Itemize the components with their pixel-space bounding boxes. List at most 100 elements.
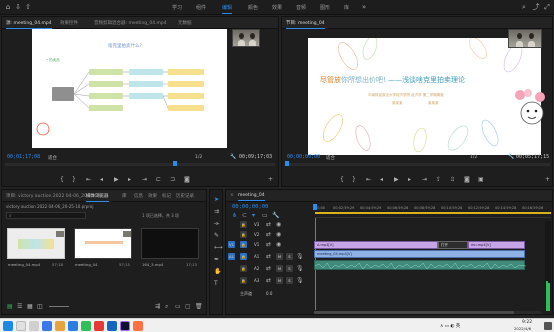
source-resolution-dropdown[interactable]: 1/2 [195,155,202,160]
solo-button[interactable]: S [286,253,293,260]
project-item-name[interactable]: meeting_04 [75,262,97,267]
icon-view-icon[interactable]: ▦ [27,303,33,310]
more-icon[interactable]: » [360,3,368,11]
go-to-in-icon[interactable]: ⇤ [86,176,91,183]
sync-lock-icon[interactable]: ⇄ [266,221,271,228]
tray-icons[interactable]: ∧ ▭ ◐ 英 [440,323,460,329]
project-item-thumbnail[interactable] [74,228,132,259]
type-tool-icon[interactable]: T [214,280,218,287]
tab-effects[interactable]: 效果 [148,193,157,199]
workspace-tab-graphics[interactable]: 图形 [320,4,330,11]
clock-time[interactable]: 9:22 [522,320,532,325]
scrollbar-thumb[interactable] [314,311,514,314]
mark-in-icon[interactable]: { [340,176,344,183]
edge-browser-icon[interactable] [42,321,52,331]
lock-icon[interactable]: 🔒 [240,265,247,272]
video-clip[interactable]: A.mp4[V] [314,241,438,249]
video-clip[interactable]: mn.mp4[V] [468,241,525,249]
tab-markers[interactable]: 标记 [162,193,171,199]
microphone-icon[interactable]: 🎙 [296,277,304,284]
eye-icon[interactable]: ◉ [276,231,281,238]
step-forward-icon[interactable]: ▸ [408,176,411,183]
compare-icon[interactable]: ▣ [478,176,484,183]
video-clip[interactable]: 打开 [438,241,468,249]
tab-program[interactable]: 节目: meeting_04 [286,20,325,29]
add-button-icon[interactable]: + [268,176,273,183]
workspace-tab-learn[interactable]: 学习 [172,4,182,11]
wrench-icon[interactable]: 🔧 [230,154,236,160]
tab-sequence[interactable]: meeting_04 [238,193,265,201]
sync-lock-icon[interactable]: ⇄ [266,241,271,248]
track-select-icon[interactable]: ⇉ [214,208,219,215]
time-ruler[interactable]: 00;00 00;02;59;29 00;04;59;29 00;06;59;2… [313,204,551,218]
close-icon[interactable]: × [230,193,234,198]
play-icon[interactable]: ▶ [114,176,119,183]
trash-icon[interactable]: 🗑 [195,303,203,310]
source-patch-v1[interactable]: V1 [228,241,235,248]
step-back-icon[interactable]: ◂ [380,176,383,183]
word-icon[interactable] [107,321,117,331]
app-icon[interactable] [94,321,104,331]
go-to-in-icon[interactable]: ⇤ [366,176,371,183]
tab-history[interactable]: 历史记录 [176,193,194,199]
home-icon[interactable]: ⌂ [4,3,12,11]
work-area-bar[interactable] [315,212,551,214]
search-icon[interactable]: ⌕ [520,3,528,11]
wechat-icon[interactable] [81,321,91,331]
tab-libraries[interactable]: 库 [122,193,127,199]
tab-source[interactable]: 源: meeting_04.mp4 [6,20,52,29]
lock-icon[interactable]: 🔒 [240,221,247,228]
add-button-icon[interactable]: + [545,176,550,183]
program-fit-dropdown[interactable]: 适合 [326,155,335,161]
source-timecode[interactable]: 00;01;17;08 [7,154,40,160]
source-patch-a1[interactable]: A1 [228,253,235,260]
tab-media-browser[interactable]: 媒体浏览器 [86,193,109,202]
overwrite-icon[interactable]: ⊐ [170,176,175,183]
import-icon[interactable]: ⇩ [14,3,22,11]
quick-export-icon[interactable]: ⤴ [532,3,540,11]
timeline-playhead[interactable] [313,204,317,210]
ripple-edit-icon[interactable]: ⟛ [214,220,219,227]
add-marker-icon[interactable]: ▾ [252,212,255,219]
go-to-out-icon[interactable]: ⇥ [142,176,147,183]
microphone-icon[interactable]: 🎙 [296,265,304,272]
captions-icon[interactable]: ▭ [262,212,268,219]
lock-icon[interactable]: 🔒 [240,277,247,284]
lift-icon[interactable]: ⇪ [436,176,441,183]
sync-lock-icon[interactable]: ⇄ [266,277,271,284]
workspace-tab-libraries[interactable]: 库 [344,4,349,11]
workspace-tab-effects[interactable]: 效果 [272,4,282,11]
project-item-thumbnail[interactable] [7,228,65,259]
notification-icon[interactable] [544,322,552,330]
razor-tool-icon[interactable]: ✎ [214,232,219,239]
program-video-frame[interactable]: 尽管放你所想出价吧! ——浅谈啥克里拍卖理论 中南财经政法大学经济学院 经济学 … [308,38,541,155]
extract-icon[interactable]: ⇫ [450,176,455,183]
selection-tool-icon[interactable]: ➤ [214,196,219,203]
tab-effect-controls[interactable]: 效果控件 [60,20,78,26]
find-icon[interactable]: ⌕ [165,303,168,310]
audio-clip[interactable] [314,260,526,270]
zoom-slider[interactable] [49,306,69,307]
workspace-tab-assembly[interactable]: 组件 [196,4,206,11]
sync-lock-icon[interactable]: ⇄ [266,253,271,260]
settings-icon[interactable]: 🔧 [272,212,279,219]
fullscreen-icon[interactable]: ⤢ [543,3,551,11]
camera-icon[interactable]: ◙ [184,176,190,183]
go-to-out-icon[interactable]: ⇥ [422,176,427,183]
slip-tool-icon[interactable]: ⟷ [214,244,223,251]
clock-date[interactable]: 2022/4/6 [514,326,531,331]
insert-icon[interactable]: ⊏ [156,176,161,183]
export-icon[interactable]: ⇧ [24,3,32,11]
lock-icon[interactable]: 🔒 [240,253,247,260]
app-icon[interactable] [133,321,143,331]
program-resolution-dropdown[interactable]: 1/2 [470,155,477,160]
lock-icon[interactable]: 🔒 [240,231,247,238]
source-playhead[interactable] [173,161,177,166]
mark-in-icon[interactable]: { [60,176,64,183]
snap-icon[interactable]: ⋔ [232,212,237,219]
mute-button[interactable]: M [276,277,283,284]
lock-icon[interactable]: ▤ [7,303,13,310]
mute-button[interactable]: M [276,253,283,260]
workspace-tab-audio[interactable]: 音频 [296,4,306,11]
lock-icon[interactable]: 🔒 [240,241,247,248]
